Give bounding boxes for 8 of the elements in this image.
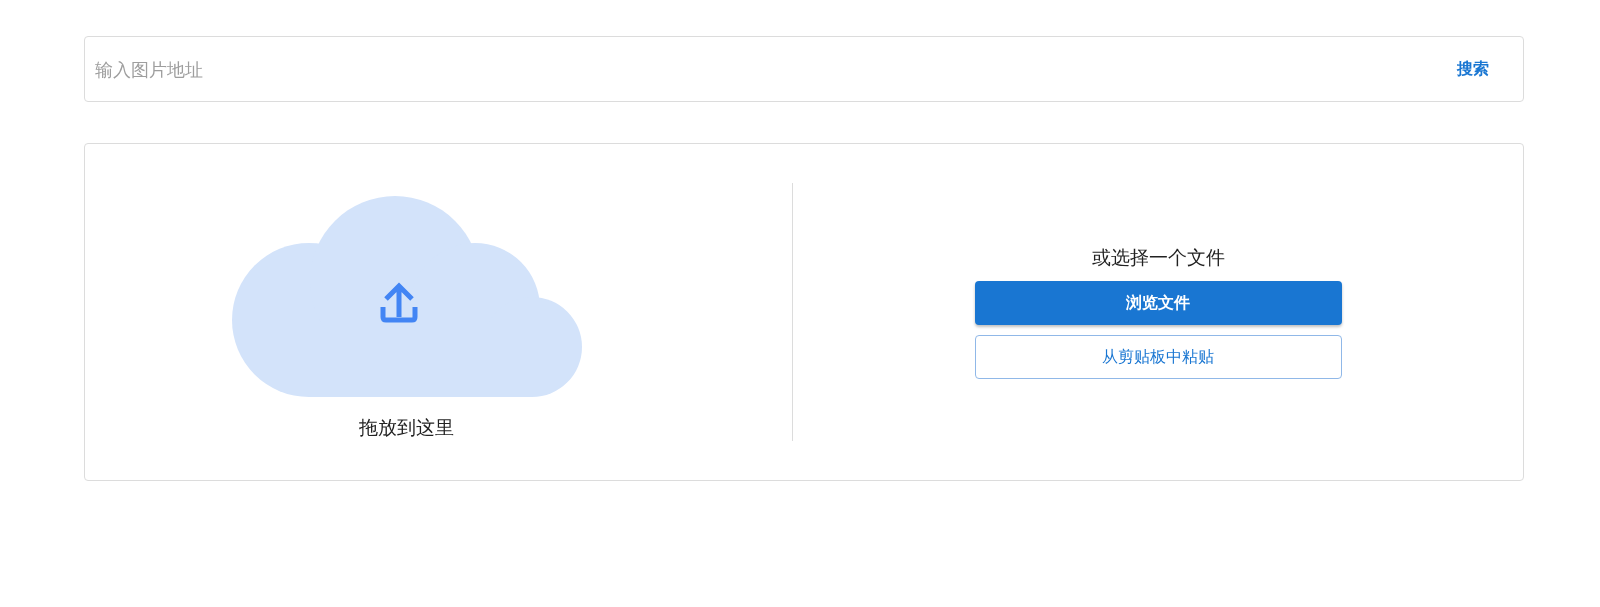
drop-hint: 拖放到这里: [359, 415, 454, 440]
url-input-field[interactable]: 输入图片地址 搜索: [84, 36, 1524, 102]
file-prompt: 或选择一个文件: [1091, 245, 1225, 270]
cloud-icon: [231, 196, 582, 397]
search-button[interactable]: 搜索: [1451, 50, 1495, 88]
browse-files-button[interactable]: 浏览文件: [974, 281, 1342, 325]
paste-clipboard-button[interactable]: 从剪贴板中粘贴: [974, 335, 1342, 379]
upload-icon: [380, 282, 417, 323]
